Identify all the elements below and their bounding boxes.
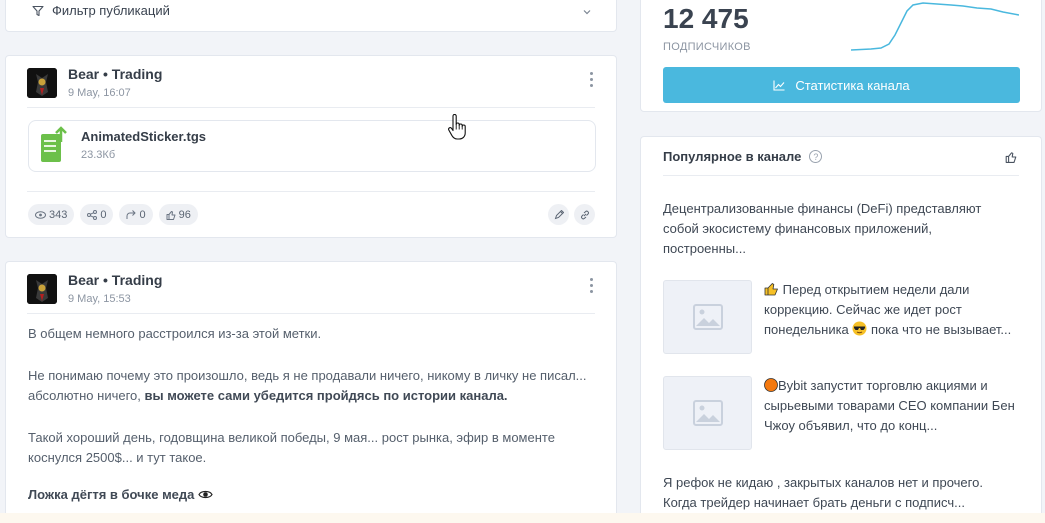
popular-line: Когда трейдер начинает брать деньги с по… [663,495,965,510]
post-author[interactable]: Bear • Trading [68,66,162,82]
post-bold-text: вы можете сами убедится пройдясь по исто… [144,388,508,403]
post-text: абсолютно ничего, [28,388,145,403]
channel-avatar[interactable] [27,68,57,98]
post-paragraph: В общем немного расстроился из-за этой м… [28,326,322,341]
post-bold-text: Ложка дёгтя в бочке меда [28,487,195,502]
popular-line: Децентрализованные финансы (DeFi) предст… [663,201,982,216]
edit-button[interactable] [548,204,569,225]
hand-cursor-icon [448,114,466,140]
image-placeholder-icon [663,376,752,450]
likes-pill: 96 [158,204,198,225]
link-icon [580,210,589,219]
post-line: Не понимаю почему это произошло, ведь я … [28,368,587,383]
channel-avatar[interactable] [27,274,57,304]
popular-line: коррекцию. Сейчас же идет рост [764,302,962,317]
post-date: 9 May, 15:53 [68,293,131,305]
divider [663,175,1019,176]
chevron-down-icon[interactable] [582,7,592,17]
channel-stats-card: 12 475 ПОДПИСЧИКОВ Статистика канала [640,0,1042,112]
post-date: 9 May, 16:07 [68,87,131,99]
divider [27,313,595,314]
likes-count: 96 [178,208,191,221]
popular-item[interactable]: Я рефок не кидаю , закрытых каналов нет … [663,473,1008,513]
popular-line: сырьевыми товарами CEO компании Бен [764,398,1015,413]
subscriber-count: 12 475 [663,3,749,34]
sunglasses-emoji-icon [852,321,867,336]
post-line: Такой хороший день, годовщина великой по… [28,430,555,445]
copy-link-button[interactable] [574,204,595,225]
popular-item-text: Перед открытием недели дали коррекцию. С… [764,280,1024,340]
popular-item[interactable]: Децентрализованные финансы (DeFi) предст… [663,199,1008,259]
file-icon [41,126,67,162]
shares-count: 0 [100,208,107,221]
forwards-pill: 0 [119,204,153,225]
popular-line: собой экосистему финансовых приложений, [663,221,932,236]
eye-icon [35,210,46,219]
thumbs-up-icon [166,210,176,220]
shares-pill: 0 [80,204,114,225]
page-bottom-strip [0,513,1045,523]
filter-label: Фильтр публикаций [52,3,170,18]
views-count: 343 [49,208,68,221]
post-line: абсолютно ничего, вы можете сами убедитс… [28,386,603,406]
filter-bar[interactable]: Фильтр публикаций [5,0,617,32]
views-pill: 343 [28,204,75,225]
channel-stats-label: Статистика канала [795,77,910,93]
share-icon [87,209,98,220]
file-name: AnimatedSticker.tgs [81,129,206,144]
channel-stats-button[interactable]: Статистика канала [663,67,1020,103]
popular-item[interactable]: Bybit запустит торговлю акциями и сырьев… [663,376,1023,452]
popular-posts-card: Популярное в канале ? Децентрализованные… [640,136,1042,523]
divider [27,107,595,108]
post-card: Bear • Trading 9 May, 15:53 В общем немн… [5,261,617,523]
thumbs-up-icon[interactable] [1005,151,1017,163]
subscriber-sparkline [851,2,1019,51]
popular-line: построенны... [663,241,746,256]
popular-item-text: Bybit запустит торговлю акциями и сырьев… [764,376,1024,436]
orange-circle-icon [764,378,778,392]
popular-title: Популярное в канале ? [663,149,823,164]
help-icon[interactable]: ? [809,150,823,163]
more-menu-icon[interactable] [590,278,594,293]
post-paragraph: Такой хороший день, годовщина великой по… [28,428,603,468]
post-stats: 343 0 0 96 [28,204,198,225]
thumbs-up-emoji-icon [764,283,778,296]
divider [27,191,595,192]
post-author[interactable]: Bear • Trading [68,272,162,288]
popular-line: понедельника пока что не вызывает... [764,320,1024,340]
popular-line: Чжоу объявил, что до конц... [764,418,938,433]
popular-line: Я рефок не кидаю , закрытых каналов нет … [663,475,983,490]
pencil-icon [554,209,564,219]
popular-line: Перед открытием недели дали [764,280,1024,300]
popular-text: пока что не вызывает... [871,322,1012,337]
popular-text: понедельника [764,322,849,337]
post-line: коснулся 2500$... и тут такое. [28,450,207,465]
subscriber-label: ПОДПИСЧИКОВ [663,41,751,53]
file-attachment[interactable]: AnimatedSticker.tgs 23.3Кб [28,120,596,172]
eye-emoji-icon [198,490,213,499]
popular-line: Bybit запустит торговлю акциями и [764,376,1024,396]
popular-text: Перед открытием недели дали [782,282,970,297]
popular-title-text: Популярное в канале [663,149,802,164]
filter-icon [32,5,44,16]
chart-line-icon [773,80,785,91]
popular-text: Bybit запустит торговлю акциями и [778,378,988,393]
post-paragraph: Ложка дёгтя в бочке меда [28,485,603,505]
forwards-count: 0 [139,208,146,221]
post-card: Bear • Trading 9 May, 16:07 AnimatedStic… [5,55,617,238]
more-menu-icon[interactable] [590,72,594,87]
forward-icon [126,209,137,219]
post-paragraph: Не понимаю почему это произошло, ведь я … [28,366,603,406]
file-size: 23.3Кб [81,149,116,161]
popular-item[interactable]: Перед открытием недели дали коррекцию. С… [663,280,1023,356]
filter-toggle[interactable]: Фильтр публикаций [32,3,170,18]
image-placeholder-icon [663,280,752,354]
